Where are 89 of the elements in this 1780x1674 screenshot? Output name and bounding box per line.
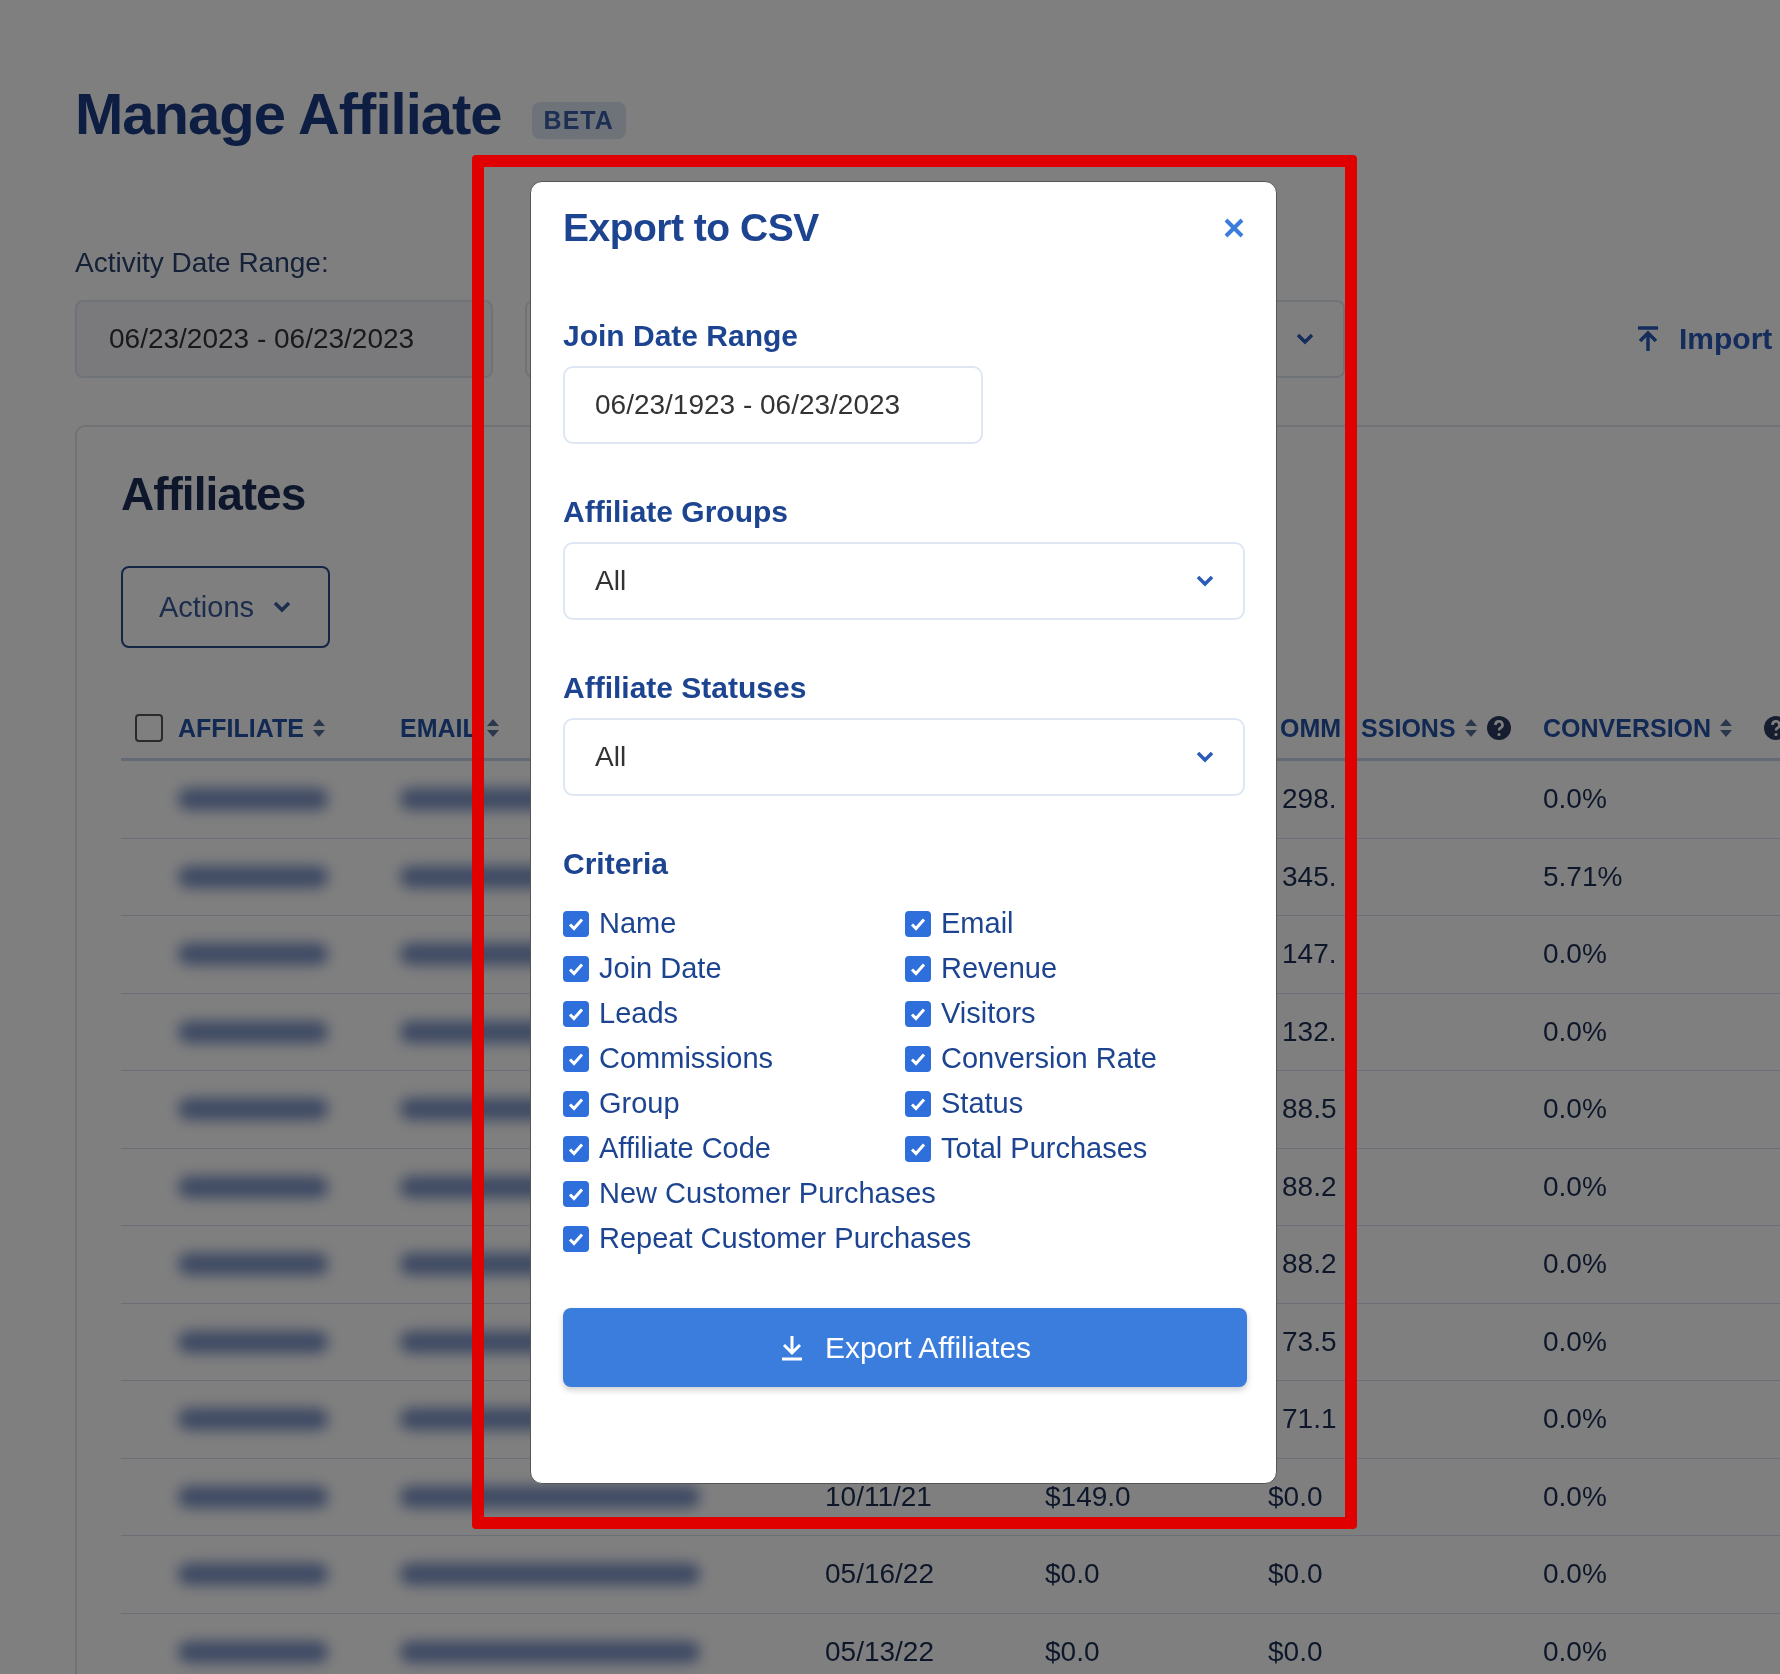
page-title: Manage Affiliate — [75, 79, 502, 147]
table-cell: 0.0% — [1543, 783, 1607, 815]
table-cell: 73.5 — [1282, 1325, 1337, 1357]
select-all-checkbox[interactable] — [135, 714, 163, 742]
checkbox[interactable] — [563, 1135, 589, 1162]
checkbox[interactable] — [905, 1000, 931, 1027]
checkbox-label[interactable]: Visitors — [941, 997, 1036, 1030]
column-header[interactable]: EMAIL — [400, 713, 500, 743]
table-cell: 0.0% — [1543, 1325, 1607, 1357]
column-header[interactable]: SSIONS — [1361, 713, 1478, 743]
chevron-icon — [272, 600, 293, 614]
checkbox-label[interactable]: Affiliate Code — [599, 1132, 771, 1165]
checkbox[interactable] — [905, 910, 931, 937]
table-cell: 298. — [1282, 783, 1337, 815]
upload-icon — [1635, 325, 1661, 353]
table-cell: $0.0 — [1045, 1635, 1100, 1667]
checkbox-label[interactable]: Revenue — [941, 952, 1058, 985]
column-header[interactable]: AFFILIATE — [178, 713, 326, 743]
checkbox[interactable] — [905, 1135, 931, 1162]
table-cell: 0.0% — [1543, 1558, 1607, 1590]
sort-icon — [1463, 717, 1478, 739]
checkbox-label[interactable]: Total Purchases — [941, 1132, 1148, 1165]
table-cell: $0.0 — [1045, 1558, 1100, 1590]
table-cell: 88.2 — [1282, 1248, 1337, 1280]
table-cell: 0.0% — [1543, 1015, 1607, 1047]
activity-date-field[interactable]: 06/23/2023 - 06/23/2023 — [75, 300, 493, 378]
table-cell: 0.0% — [1543, 1093, 1607, 1125]
table-cell: 71.1 — [1282, 1403, 1337, 1435]
chevron-icon — [1195, 750, 1215, 764]
checkbox-label[interactable]: Conversion Rate — [941, 1042, 1157, 1075]
checkbox[interactable] — [563, 1180, 589, 1207]
help-icon[interactable] — [1485, 715, 1512, 741]
checkbox[interactable] — [905, 1090, 931, 1117]
table-cell: $0.0 — [1268, 1480, 1323, 1512]
checkbox-label[interactable]: Leads — [599, 997, 678, 1030]
checkbox[interactable] — [563, 1000, 589, 1027]
activity-date-label: Activity Date Range: — [75, 246, 330, 280]
checkbox[interactable] — [563, 1090, 589, 1117]
dialog-title: Export to CSV — [563, 206, 819, 250]
sort-icon — [1719, 717, 1734, 739]
table-cell: 0.0% — [1543, 938, 1607, 970]
checkbox[interactable] — [563, 1225, 589, 1252]
join-date-field[interactable]: 06/23/1923 - 06/23/2023 — [563, 366, 983, 444]
checkbox-label[interactable]: Email — [941, 907, 1014, 940]
table-cell: 132. — [1282, 1015, 1337, 1047]
checkbox[interactable] — [563, 955, 589, 982]
column-header[interactable]: CONVERSION — [1543, 713, 1734, 743]
field-label: Criteria — [563, 846, 670, 882]
statuses-select[interactable]: All — [563, 718, 1245, 796]
table-cell: 05/13/22 — [825, 1635, 934, 1667]
checkbox-label[interactable]: New Customer Purchases — [599, 1177, 936, 1210]
checkbox-label[interactable]: Commissions — [599, 1042, 774, 1075]
table-cell: 05/16/22 — [825, 1558, 934, 1590]
field-label: Affiliate Groups — [563, 494, 789, 530]
table-cell: 0.0% — [1543, 1248, 1607, 1280]
table-cell: $0.0 — [1268, 1635, 1323, 1667]
field-label: Affiliate Statuses — [563, 670, 808, 706]
table-cell: 5.71% — [1543, 860, 1623, 892]
table-cell: 0.0% — [1543, 1480, 1607, 1512]
sort-icon — [311, 717, 326, 739]
checkbox[interactable] — [563, 910, 589, 937]
table-cell: 345. — [1282, 860, 1337, 892]
table-cell: 10/11/21 — [825, 1480, 932, 1512]
export-button[interactable]: Export Affiliates — [563, 1308, 1247, 1387]
close-icon[interactable] — [1223, 217, 1245, 239]
checkbox-label[interactable]: Join Date — [599, 952, 722, 985]
checkbox[interactable] — [905, 1045, 931, 1072]
table-cell: 0.0% — [1543, 1635, 1607, 1667]
table-cell: 147. — [1282, 938, 1337, 970]
column-header[interactable]: OMM — [1280, 713, 1342, 743]
table-cell: 0.0% — [1543, 1403, 1607, 1435]
field-label: Join Date Range — [563, 318, 800, 354]
checkbox-label[interactable]: Group — [599, 1087, 680, 1120]
checkbox-label[interactable]: Status — [941, 1087, 1024, 1120]
chevron-icon — [1295, 332, 1315, 346]
checkbox-label[interactable]: Name — [599, 907, 677, 940]
table-cell: $0.0 — [1268, 1558, 1323, 1590]
checkbox-label[interactable]: Repeat Customer Purchases — [599, 1222, 972, 1255]
chevron-icon — [1195, 574, 1215, 588]
beta-badge: BETA — [531, 101, 626, 139]
table-cell: 0.0% — [1543, 1170, 1607, 1202]
groups-select[interactable]: All — [563, 542, 1245, 620]
checkbox[interactable] — [905, 955, 931, 982]
sort-icon — [485, 717, 500, 739]
section-title: Affiliates — [121, 467, 306, 521]
table-cell: $149.0 — [1045, 1480, 1131, 1512]
checkbox[interactable] — [563, 1045, 589, 1072]
table-cell: 88.5 — [1282, 1093, 1337, 1125]
table-cell: 88.2 — [1282, 1170, 1337, 1202]
